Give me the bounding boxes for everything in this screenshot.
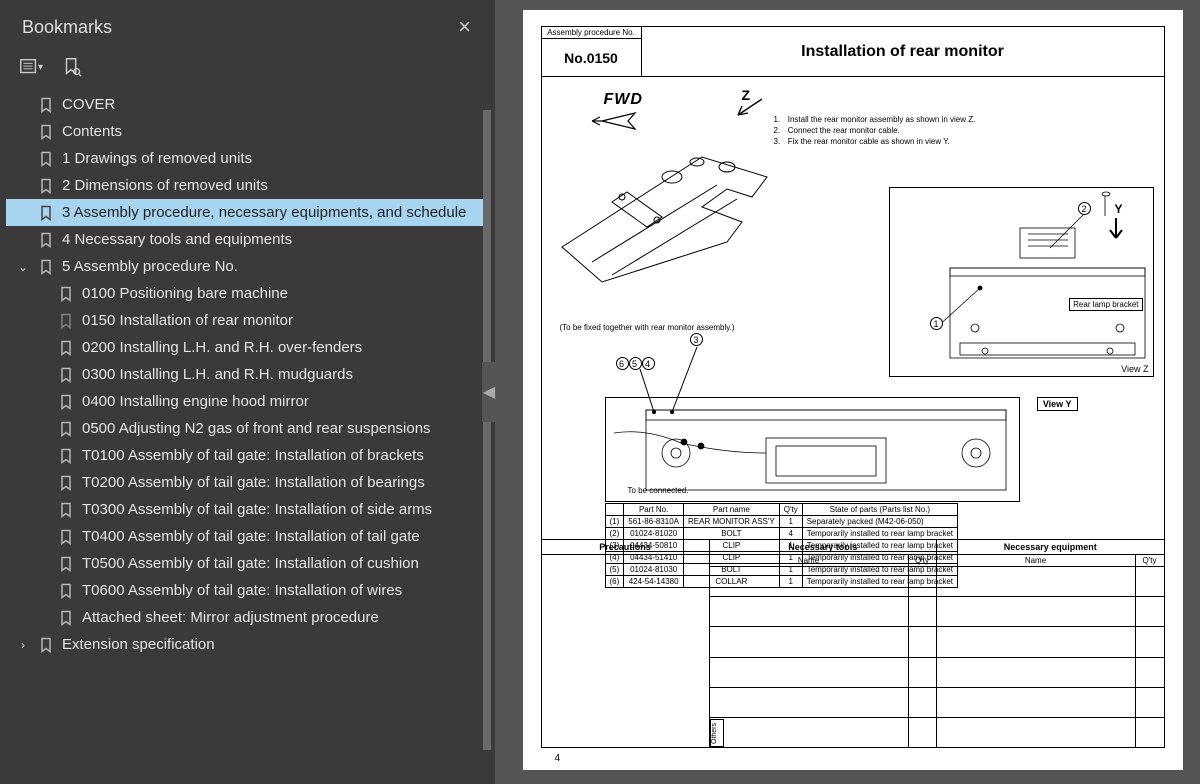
bookmark-item[interactable]: 3 Assembly procedure, necessary equipmen…	[6, 199, 487, 226]
y-label: Y	[1114, 202, 1122, 216]
bookmark-label: 0400 Installing engine hood mirror	[82, 393, 309, 410]
page-title: Installation of rear monitor	[642, 27, 1164, 76]
view-y-box: To be connected.	[605, 397, 1020, 502]
bookmark-item[interactable]: T0400 Assembly of tail gate: Installatio…	[6, 523, 487, 550]
bookmark-item[interactable]: COVER	[6, 91, 487, 118]
document-viewport[interactable]: Assembly procedure No. No.0150 Installat…	[495, 0, 1200, 784]
bookmark-label: 4 Necessary tools and equipments	[62, 231, 292, 248]
outline-options-icon[interactable]: ▾	[18, 56, 43, 78]
to-be-connected-label: To be connected.	[628, 486, 689, 495]
bookmark-label: T0200 Assembly of tail gate: Installatio…	[82, 474, 425, 491]
bookmark-item[interactable]: ⌄ 5 Assembly procedure No.	[6, 253, 487, 280]
collapse-sidebar-handle[interactable]: ◀	[482, 362, 496, 422]
bottom-section: Precautions Necessary tools Necessary eq…	[542, 539, 1164, 747]
pdf-page: Assembly procedure No. No.0150 Installat…	[523, 10, 1183, 770]
bookmark-label: T0600 Assembly of tail gate: Installatio…	[82, 582, 402, 599]
bookmark-item[interactable]: T0200 Assembly of tail gate: Installatio…	[6, 469, 487, 496]
callout-3: 3	[690, 333, 703, 346]
bookmark-item[interactable]: Attached sheet: Mirror adjustment proced…	[6, 604, 487, 631]
bookmark-label: T0300 Assembly of tail gate: Installatio…	[82, 501, 432, 518]
bookmark-label: 5 Assembly procedure No.	[62, 258, 238, 275]
bookmark-item[interactable]: T0500 Assembly of tail gate: Installatio…	[6, 550, 487, 577]
rear-lamp-label: Rear lamp bracket	[1069, 298, 1142, 311]
callout-1: 1	[930, 317, 943, 330]
bookmark-label: Attached sheet: Mirror adjustment proced…	[82, 609, 379, 626]
bookmark-label: Extension specification	[62, 636, 215, 653]
callout-2: 2	[1078, 202, 1091, 215]
bookmark-item[interactable]: T0600 Assembly of tail gate: Installatio…	[6, 577, 487, 604]
bookmark-item[interactable]: T0300 Assembly of tail gate: Installatio…	[6, 496, 487, 523]
bookmark-label: 2 Dimensions of removed units	[62, 177, 268, 194]
bookmarks-panel: Bookmarks × ▾ COVER Contents 1 Drawings of…	[0, 0, 495, 784]
equipment-header: Necessary equipment	[937, 540, 1164, 554]
bookmark-label: 0500 Adjusting N2 gas of front and rear …	[82, 420, 431, 437]
bookmark-item[interactable]: 2 Dimensions of removed units	[6, 172, 487, 199]
expand-icon[interactable]: ›	[16, 638, 30, 652]
bookmark-item[interactable]: 0200 Installing L.H. and R.H. over-fende…	[6, 334, 487, 361]
bookmark-search-icon[interactable]	[61, 56, 83, 78]
others-tab: Others	[710, 719, 724, 747]
bookmark-item[interactable]: 0150 Installation of rear monitor	[6, 307, 487, 334]
view-y-label: View Y	[1037, 397, 1078, 411]
precautions-header: Precautions	[542, 540, 709, 555]
close-icon[interactable]: ×	[450, 10, 479, 44]
bookmark-label: 1 Drawings of removed units	[62, 150, 252, 167]
bookmark-item[interactable]: 0100 Positioning bare machine	[6, 280, 487, 307]
tools-equipment-grid	[710, 567, 1164, 747]
bookmark-item[interactable]: 0300 Installing L.H. and R.H. mudguards	[6, 361, 487, 388]
scrollbar[interactable]	[483, 110, 491, 774]
bookmark-label: COVER	[62, 96, 115, 113]
bookmark-label: Contents	[62, 123, 122, 140]
bookmark-label: 0300 Installing L.H. and R.H. mudguards	[82, 366, 353, 383]
bookmark-item[interactable]: › Extension specification	[6, 631, 487, 658]
chassis-diagram	[552, 107, 782, 307]
bookmark-label: 0100 Positioning bare machine	[82, 285, 288, 302]
bookmark-label: T0100 Assembly of tail gate: Installatio…	[82, 447, 424, 464]
panel-title: Bookmarks	[22, 17, 112, 38]
tools-header: Necessary tools	[710, 540, 938, 554]
proc-number: No.0150	[542, 39, 641, 76]
scrollbar-thumb[interactable]	[483, 110, 491, 750]
bookmark-item[interactable]: 0500 Adjusting N2 gas of front and rear …	[6, 415, 487, 442]
y-arrow-icon	[1107, 216, 1125, 246]
bookmark-item[interactable]: 0400 Installing engine hood mirror	[6, 388, 487, 415]
bookmark-label: T0500 Assembly of tail gate: Installatio…	[82, 555, 419, 572]
bookmark-item[interactable]: 4 Necessary tools and equipments	[6, 226, 487, 253]
page-number: 4	[555, 753, 561, 764]
bookmark-list: COVER Contents 1 Drawings of removed units…	[0, 87, 495, 784]
bookmark-label: 0200 Installing L.H. and R.H. over-fende…	[82, 339, 362, 356]
proc-label: Assembly procedure No.	[542, 27, 641, 39]
fixed-note: (To be fixed together with rear monitor …	[560, 323, 735, 332]
bookmark-label: 3 Assembly procedure, necessary equipmen…	[62, 204, 466, 221]
bookmark-label: T0400 Assembly of tail gate: Installatio…	[82, 528, 420, 545]
bookmark-item[interactable]: T0100 Assembly of tail gate: Installatio…	[6, 442, 487, 469]
expand-icon[interactable]: ⌄	[16, 260, 30, 274]
instructions-list: 1. Install the rear monitor assembly as …	[774, 115, 976, 147]
bookmark-label: 0150 Installation of rear monitor	[82, 312, 293, 329]
bookmark-item[interactable]: 1 Drawings of removed units	[6, 145, 487, 172]
view-z-label: View Z	[1121, 364, 1148, 374]
bookmark-item[interactable]: Contents	[6, 118, 487, 145]
view-z-box: Y 2 1	[889, 187, 1154, 377]
